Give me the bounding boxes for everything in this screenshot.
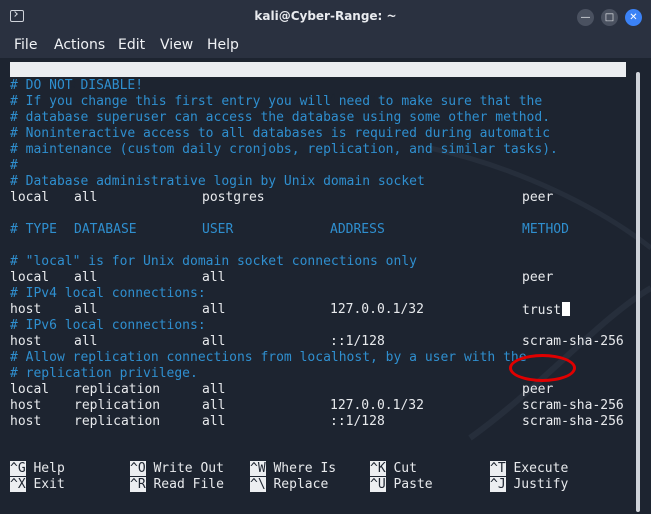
config-field: local [10,382,50,397]
config-comment-line: # If you change this first entry you wil… [10,94,543,109]
config-field: postgres [202,190,265,205]
minimize-button[interactable]: — [577,9,594,26]
window-titlebar: kali@Cyber-Range: ~ — □ ✕ [0,0,651,34]
shortcut-key: ^X [10,477,26,492]
shortcut-key: ^\ [250,477,266,492]
shortcut-key: ^W [250,461,266,476]
config-field: scram-sha-256 [522,398,624,413]
config-field: all [74,334,98,349]
shortcut-replace[interactable]: ^\ Replace [250,477,328,493]
maximize-button[interactable]: □ [601,9,618,26]
config-field: local [10,190,50,205]
config-field: all [202,334,226,349]
column-header: # TYPE [10,222,57,237]
config-field: scram-sha-256 [522,334,624,349]
shortcut-label: Exit [25,477,65,492]
shortcut-exit[interactable]: ^X Exit [10,477,65,493]
config-field: replication [74,398,161,413]
menu-view[interactable]: View [160,37,193,53]
terminal-area[interactable]: GNU nano 6.0 /etc/postgresql/14/main/pg_… [0,58,651,514]
shortcut-label: Replace [265,477,329,492]
config-field: peer [522,270,554,285]
shortcut-label: Read File [145,477,224,492]
nano-header: GNU nano 6.0 /etc/postgresql/14/main/pg_… [10,62,626,107]
config-field: replication [74,414,161,429]
config-field: all [202,382,226,397]
config-field: 127.0.0.1/32 [330,398,424,413]
shortcut-write-out[interactable]: ^O Write Out [130,461,224,477]
close-button[interactable]: ✕ [625,9,642,26]
config-field: ::1/128 [330,414,385,429]
config-comment-line: # DO NOT DISABLE! [10,78,144,93]
shortcut-label: Paste [385,477,433,492]
shortcut-key: ^J [490,477,506,492]
menu-actions[interactable]: Actions [54,37,105,53]
config-comment-line: # Database administrative login by Unix … [10,174,425,189]
config-comment-line: # Allow replication connections from loc… [10,350,527,365]
config-comment-line: # maintenance (custom daily cronjobs, re… [10,142,558,157]
shortcut-label: Execute [505,461,569,476]
menu-bar: File Actions Edit View Help [0,34,651,58]
column-header: ADDRESS [330,222,385,237]
shortcut-label: Write Out [145,461,224,476]
config-field: peer [522,382,554,397]
shortcut-where-is[interactable]: ^W Where Is [250,461,336,477]
window-title: kali@Cyber-Range: ~ [254,9,397,23]
config-field: all [202,302,226,317]
shortcut-justify[interactable]: ^J Justify [490,477,568,493]
shortcut-key: ^U [370,477,386,492]
menu-help[interactable]: Help [207,37,239,53]
config-field: trust [522,302,571,319]
config-field: all [74,190,98,205]
config-comment-line: # IPv4 local connections: [10,286,206,301]
scrollbar[interactable] [636,72,640,512]
config-comment-line: # replication privilege. [10,366,198,381]
column-header: USER [202,222,234,237]
shortcut-key: ^O [130,461,146,476]
shortcut-execute[interactable]: ^T Execute [490,461,568,477]
config-field: host [10,414,42,429]
config-field: host [10,398,42,413]
column-header: DATABASE [74,222,137,237]
config-comment-line: # "local" is for Unix domain socket conn… [10,254,417,269]
config-field: peer [522,190,554,205]
config-comment-line: # database superuser can access the data… [10,110,551,125]
shortcut-key: ^K [370,461,386,476]
config-comment-line: # [10,158,18,173]
shortcut-paste[interactable]: ^U Paste [370,477,433,493]
config-comment-line: # IPv6 local connections: [10,318,206,333]
trust-highlight-annotation [509,354,576,382]
shortcut-key: ^G [10,461,26,476]
shortcut-key: ^R [130,477,146,492]
config-field: all [74,302,98,317]
shortcut-label: Cut [385,461,417,476]
config-field: all [202,414,226,429]
shortcut-read-file[interactable]: ^R Read File [130,477,224,493]
config-comment-line: # Noninteractive access to all databases… [10,126,551,141]
shortcut-help[interactable]: ^G Help [10,461,65,477]
column-header: METHOD [522,222,569,237]
config-field: ::1/128 [330,334,385,349]
config-field: replication [74,382,161,397]
config-field: host [10,334,42,349]
menu-edit[interactable]: Edit [118,37,145,53]
config-field: scram-sha-256 [522,414,624,429]
shortcut-label: Justify [505,477,569,492]
config-field: 127.0.0.1/32 [330,302,424,317]
config-field: host [10,302,42,317]
shortcut-label: Where Is [265,461,337,476]
shortcut-cut[interactable]: ^K Cut [370,461,417,477]
config-field: all [202,398,226,413]
config-field: local [10,270,50,285]
shortcut-key: ^T [490,461,506,476]
config-field: all [74,270,98,285]
config-field: all [202,270,226,285]
menu-file[interactable]: File [14,37,37,53]
shortcut-label: Help [25,461,65,476]
text-cursor [562,302,571,316]
